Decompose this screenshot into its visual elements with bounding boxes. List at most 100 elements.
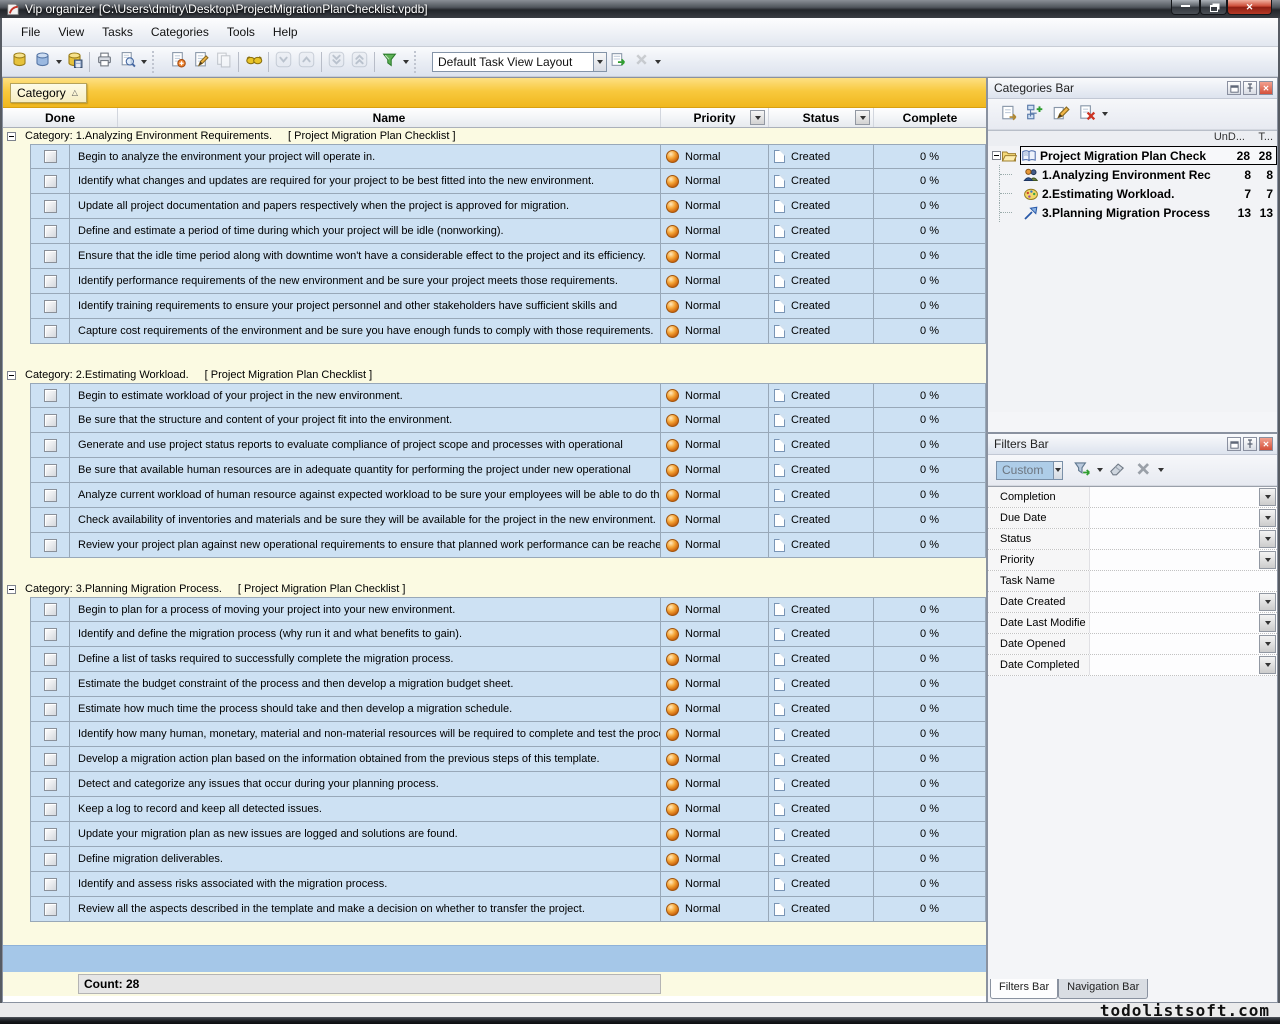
priority-cell[interactable]: Normal <box>661 433 769 458</box>
collapse-icon[interactable] <box>7 132 16 141</box>
priority-cell[interactable]: Normal <box>661 408 769 433</box>
new-list-button[interactable] <box>996 102 1022 126</box>
done-checkbox[interactable] <box>44 853 57 866</box>
task-name-cell[interactable]: Define and estimate a period of time dur… <box>70 219 661 244</box>
print-options-caret[interactable] <box>139 50 148 73</box>
filter-preset-combo[interactable]: Custom <box>996 461 1063 480</box>
task-name-cell[interactable]: Identify training requirements to ensure… <box>70 294 661 319</box>
task-name-cell[interactable]: Begin to estimate workload of your proje… <box>70 383 661 408</box>
close-button[interactable]: ✕ <box>1227 0 1272 15</box>
menu-categories[interactable]: Categories <box>142 22 218 42</box>
priority-cell[interactable]: Normal <box>661 622 769 647</box>
priority-cell[interactable]: Normal <box>661 672 769 697</box>
done-checkbox[interactable] <box>44 603 57 616</box>
priority-cell[interactable]: Normal <box>661 747 769 772</box>
complete-cell[interactable]: 0 % <box>874 433 986 458</box>
column-header-status[interactable]: Status <box>769 108 874 127</box>
filters-close-button[interactable]: ✕ <box>1259 437 1273 451</box>
done-checkbox[interactable] <box>44 514 57 527</box>
task-name-cell[interactable]: Be sure that available human resources a… <box>70 458 661 483</box>
priority-cell[interactable]: Normal <box>661 383 769 408</box>
filter-dropdown-button[interactable] <box>1259 614 1276 632</box>
complete-cell[interactable]: 0 % <box>874 847 986 872</box>
priority-cell[interactable]: Normal <box>661 533 769 558</box>
done-checkbox[interactable] <box>44 778 57 791</box>
status-cell[interactable]: Created <box>769 508 874 533</box>
task-name-cell[interactable]: Update all project documentation and pap… <box>70 194 661 219</box>
new-database-button[interactable] <box>8 50 31 73</box>
complete-cell[interactable]: 0 % <box>874 897 986 922</box>
done-checkbox[interactable] <box>44 464 57 477</box>
clear-filter-button[interactable] <box>1130 458 1156 482</box>
priority-cell[interactable]: Normal <box>661 144 769 169</box>
priority-cell[interactable]: Normal <box>661 244 769 269</box>
categories-toolbar-caret[interactable] <box>1100 103 1109 126</box>
category-tree-item[interactable]: 3.Planning Migration Process1313 <box>988 203 1277 222</box>
done-checkbox[interactable] <box>44 439 57 452</box>
complete-cell[interactable]: 0 % <box>874 169 986 194</box>
done-checkbox[interactable] <box>44 803 57 816</box>
done-checkbox[interactable] <box>44 878 57 891</box>
filter-value-field[interactable] <box>1090 487 1258 507</box>
new-task-button[interactable] <box>166 50 189 73</box>
task-name-cell[interactable]: Identify and assess risks associated wit… <box>70 872 661 897</box>
filter-value-field[interactable] <box>1090 508 1258 528</box>
category-group-row[interactable]: Category: 1.Analyzing Environment Requir… <box>3 128 986 144</box>
done-checkbox[interactable] <box>44 200 57 213</box>
layout-combo-dropdown[interactable] <box>594 52 607 72</box>
priority-cell[interactable]: Normal <box>661 797 769 822</box>
priority-cell[interactable]: Normal <box>661 294 769 319</box>
status-cell[interactable]: Created <box>769 383 874 408</box>
done-checkbox[interactable] <box>44 903 57 916</box>
category-tree-item[interactable]: 2.Estimating Workload.77 <box>988 184 1277 203</box>
task-name-cell[interactable]: Check availability of inventories and ma… <box>70 508 661 533</box>
status-cell[interactable]: Created <box>769 244 874 269</box>
done-checkbox[interactable] <box>44 389 57 402</box>
task-name-cell[interactable]: Begin to analyze the environment your pr… <box>70 144 661 169</box>
filter-dropdown-button[interactable] <box>1259 551 1276 569</box>
task-name-cell[interactable]: Estimate the budget constraint of the pr… <box>70 672 661 697</box>
status-cell[interactable]: Created <box>769 622 874 647</box>
complete-cell[interactable]: 0 % <box>874 269 986 294</box>
complete-cell[interactable]: 0 % <box>874 319 986 344</box>
filter-dropdown-button[interactable] <box>1259 656 1276 674</box>
complete-cell[interactable]: 0 % <box>874 597 986 622</box>
done-checkbox[interactable] <box>44 628 57 641</box>
open-database-button[interactable] <box>31 50 54 73</box>
complete-cell[interactable]: 0 % <box>874 672 986 697</box>
priority-cell[interactable]: Normal <box>661 897 769 922</box>
status-cell[interactable]: Created <box>769 219 874 244</box>
complete-cell[interactable]: 0 % <box>874 533 986 558</box>
done-checkbox[interactable] <box>44 828 57 841</box>
priority-cell[interactable]: Normal <box>661 508 769 533</box>
done-checkbox[interactable] <box>44 489 57 502</box>
status-cell[interactable]: Created <box>769 533 874 558</box>
filter-dropdown-button[interactable] <box>1259 635 1276 653</box>
priority-cell[interactable]: Normal <box>661 483 769 508</box>
status-cell[interactable]: Created <box>769 433 874 458</box>
total-column-header[interactable]: T... <box>1245 131 1273 146</box>
filters-toolbar-caret[interactable] <box>1156 459 1165 482</box>
filters-pin-button[interactable] <box>1243 437 1257 451</box>
menu-tasks[interactable]: Tasks <box>93 22 142 42</box>
complete-cell[interactable]: 0 % <box>874 697 986 722</box>
filter-dropdown-button[interactable] <box>1259 530 1276 548</box>
priority-cell[interactable]: Normal <box>661 647 769 672</box>
complete-cell[interactable]: 0 % <box>874 408 986 433</box>
erase-filter-button[interactable] <box>1104 458 1130 482</box>
group-by-category-button[interactable]: Category △ <box>10 83 87 103</box>
status-cell[interactable]: Created <box>769 872 874 897</box>
priority-cell[interactable]: Normal <box>661 872 769 897</box>
complete-cell[interactable]: 0 % <box>874 722 986 747</box>
new-category-button[interactable] <box>1022 102 1048 126</box>
column-header-priority[interactable]: Priority <box>661 108 769 127</box>
task-name-cell[interactable]: Review your project plan against new ope… <box>70 533 661 558</box>
apply-filter-button[interactable] <box>1069 458 1095 482</box>
priority-cell[interactable]: Normal <box>661 458 769 483</box>
task-name-cell[interactable]: Review all the aspects described in the … <box>70 897 661 922</box>
category-group-row[interactable]: Category: 3.Planning Migration Process.[… <box>3 581 986 597</box>
menu-view[interactable]: View <box>49 22 93 42</box>
complete-cell[interactable]: 0 % <box>874 383 986 408</box>
task-name-cell[interactable]: Update your migration plan as new issues… <box>70 822 661 847</box>
priority-cell[interactable]: Normal <box>661 269 769 294</box>
